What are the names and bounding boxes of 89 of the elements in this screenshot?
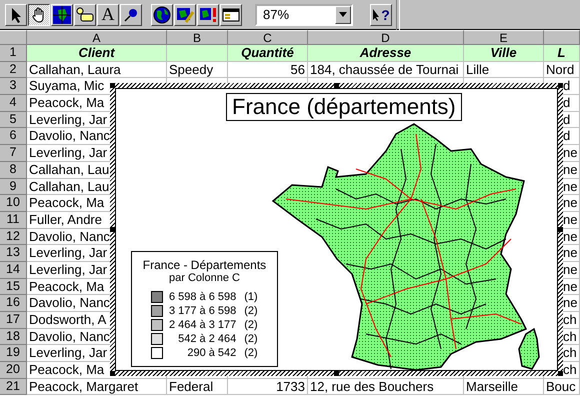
row-header[interactable]: 9 <box>0 178 27 196</box>
resize-handle[interactable] <box>334 371 339 376</box>
resize-handle[interactable] <box>558 371 563 376</box>
table-cell: 56 <box>228 62 308 78</box>
map-frame[interactable]: France (départements) France - Départements par Colonne C 6 598 à 6 598 (1) 3 177 à 6 598 (2) 2 464 à 3 177 (2) 542 à 2 464 (2) 290 à 542 (2) <box>110 83 563 376</box>
text-tool-button[interactable]: A <box>97 4 119 26</box>
table-cell: 1733 <box>228 378 308 396</box>
legend-count: (2) <box>244 304 258 318</box>
column-header[interactable]: A <box>27 30 167 45</box>
map-pencil-button[interactable] <box>174 4 196 26</box>
column-header[interactable]: C <box>228 30 308 45</box>
legend-count: (2) <box>244 332 258 346</box>
table-cell: Ville <box>464 45 544 62</box>
table-cell: Marseille <box>464 378 544 396</box>
table-cell: Federal <box>167 378 228 396</box>
column-header[interactable]: B <box>167 30 228 45</box>
hand-button[interactable] <box>28 4 50 26</box>
label-tool-button[interactable] <box>74 4 96 26</box>
resize-handle[interactable] <box>334 83 339 88</box>
row-header[interactable]: 1 <box>0 45 27 62</box>
pin-button[interactable] <box>120 4 142 26</box>
table-cell: Nord <box>544 62 580 78</box>
map-alert-icon <box>199 6 217 24</box>
row-header[interactable]: 4 <box>0 95 27 112</box>
resize-handle[interactable] <box>558 83 563 88</box>
row-header[interactable]: 11 <box>0 212 27 229</box>
corner-cell[interactable] <box>0 30 27 45</box>
row-header[interactable]: 14 <box>0 262 27 279</box>
pointer-icon <box>9 6 23 22</box>
legend-count: (1) <box>244 290 258 304</box>
resize-handle[interactable] <box>110 227 115 232</box>
map-alert-button[interactable] <box>197 4 219 26</box>
map-grid-button[interactable] <box>51 4 73 26</box>
row-header[interactable]: 19 <box>0 345 27 362</box>
row-header[interactable]: 18 <box>0 328 27 346</box>
map-grid-icon <box>53 6 71 24</box>
table-cell: 184, chaussée de Tournai <box>308 62 464 78</box>
row-header[interactable]: 20 <box>0 362 27 379</box>
row-header[interactable]: 13 <box>0 245 27 262</box>
table-cell: Callahan, Laura <box>27 62 167 78</box>
legend-count: (2) <box>244 318 258 332</box>
column-header[interactable] <box>544 30 580 45</box>
help-button[interactable]: ? <box>370 4 392 26</box>
resize-handle[interactable] <box>110 371 115 376</box>
row-header[interactable]: 3 <box>0 78 27 96</box>
row-header[interactable]: 5 <box>0 112 27 128</box>
legend-range: 3 177 à 6 598 <box>168 304 236 318</box>
row-header[interactable]: 8 <box>0 162 27 178</box>
table-cell: L <box>544 45 580 62</box>
table-cell: Adresse <box>308 45 464 62</box>
row-header[interactable]: 16 <box>0 295 27 312</box>
column-header[interactable]: D <box>308 30 464 45</box>
legend-range: 542 à 2 464 <box>177 332 236 346</box>
table-cell: Bouc <box>544 378 580 396</box>
row-header[interactable]: 2 <box>0 62 27 78</box>
pointer-icon <box>372 8 380 20</box>
row-header[interactable]: 7 <box>0 145 27 162</box>
row-header[interactable]: 17 <box>0 312 27 329</box>
row-header[interactable]: 10 <box>0 195 27 212</box>
pointer-button[interactable] <box>5 4 27 26</box>
legend-subtitle: par Colonne C <box>169 272 240 284</box>
table-cell: Lille <box>464 62 544 78</box>
resize-handle[interactable] <box>558 227 563 232</box>
globe-icon <box>153 6 171 24</box>
table-cell: Speedy <box>167 62 228 78</box>
row-header[interactable]: 21 <box>0 378 27 396</box>
table-cell: Peacock, Margaret <box>27 378 167 396</box>
table-cell <box>167 45 228 62</box>
resize-handle[interactable] <box>110 83 115 88</box>
table-cell: Quantité <box>228 45 308 62</box>
zoom-value: 87% <box>262 7 290 22</box>
legend-range: 2 464 à 3 177 <box>168 318 236 332</box>
legend-range: 290 à 542 <box>186 346 236 360</box>
label-tool-icon <box>76 6 94 22</box>
legend-range: 6 598 à 6 598 <box>168 290 236 304</box>
pin-icon <box>123 6 139 22</box>
row-header[interactable]: 15 <box>0 278 27 296</box>
table-icon <box>222 6 240 22</box>
row-header[interactable]: 6 <box>0 128 27 146</box>
map-pencil-icon <box>176 6 194 24</box>
table-cell: 12, rue des Bouchers <box>308 378 464 396</box>
zoom-dropdown[interactable]: 87% <box>255 4 353 26</box>
column-header[interactable]: E <box>464 30 544 45</box>
legend-count: (2) <box>244 346 258 360</box>
map-title: France (départements) <box>226 93 462 121</box>
row-header[interactable]: 12 <box>0 228 27 246</box>
globe-button[interactable] <box>151 4 173 26</box>
table-cell: Client <box>27 45 167 62</box>
table-button[interactable] <box>220 4 242 26</box>
